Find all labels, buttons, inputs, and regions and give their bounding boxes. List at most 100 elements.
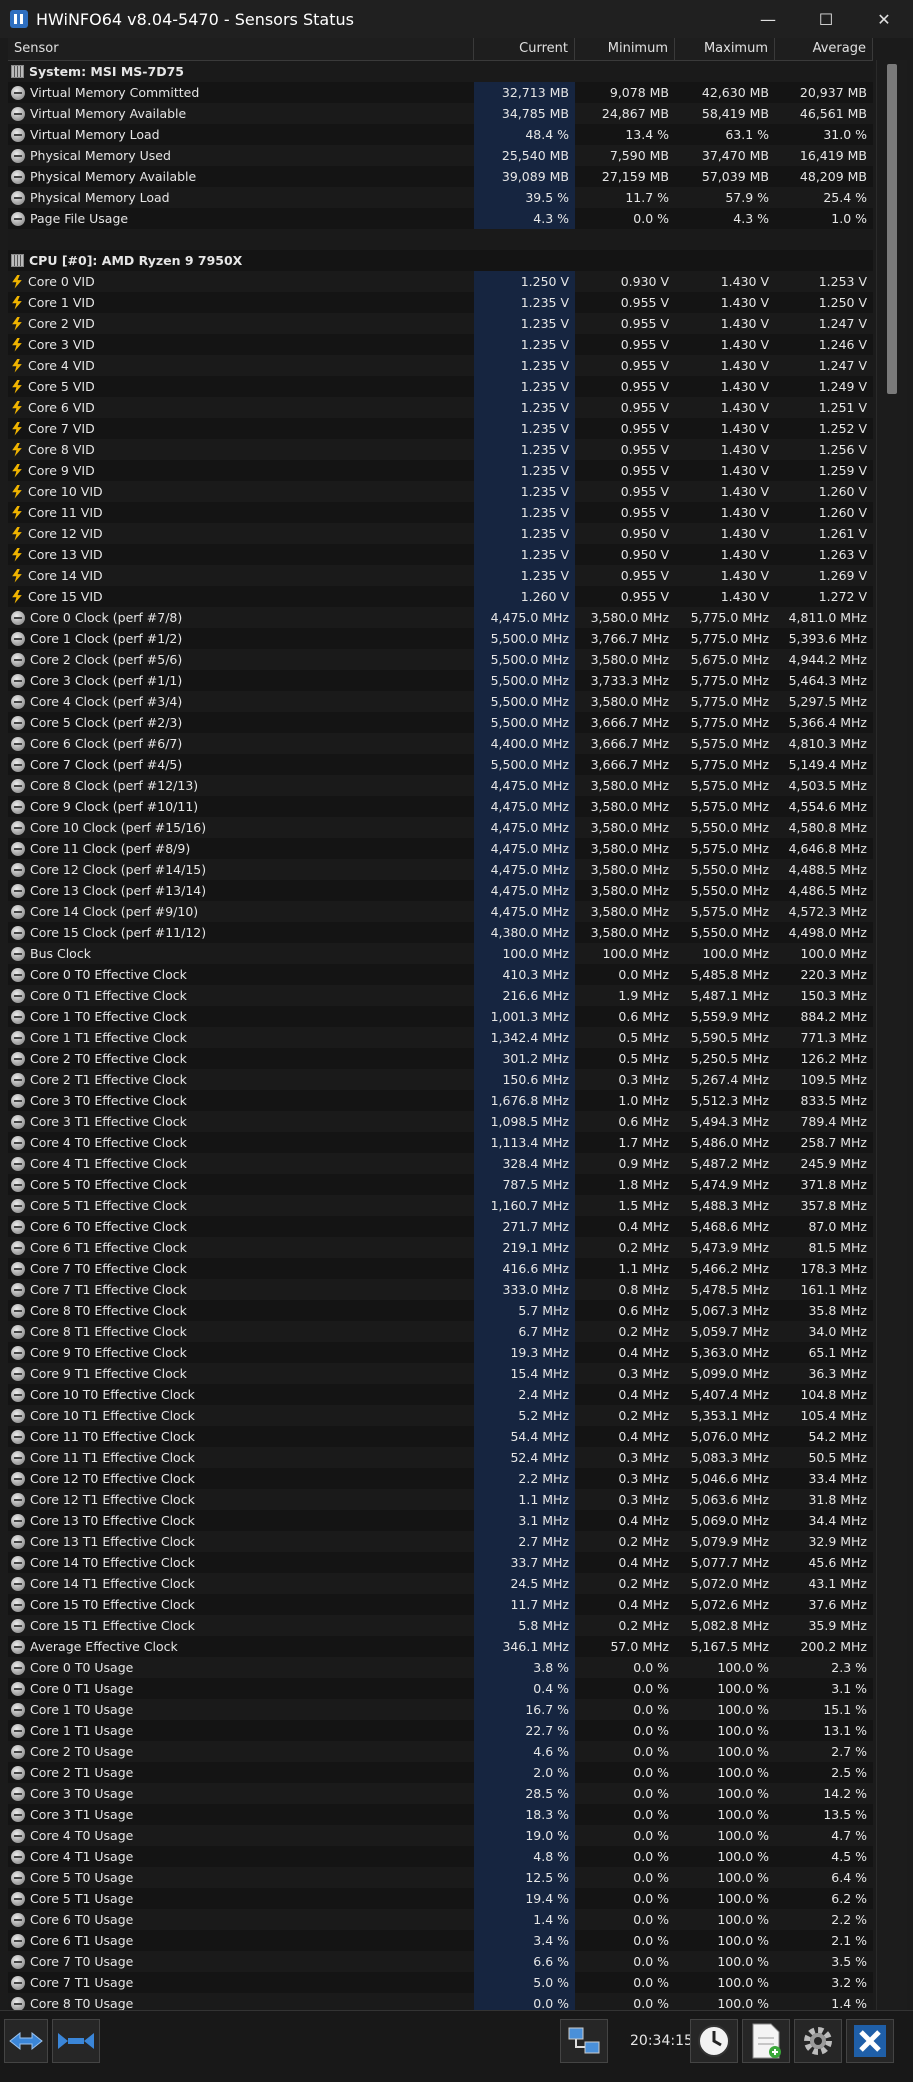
table-row[interactable]: Core 11 T0 Effective Clock 54.4 MHz 0.4 MH… bbox=[8, 1426, 873, 1447]
table-row[interactable]: Core 6 T1 Effective Clock 219.1 MHz 0.2 MH… bbox=[8, 1237, 873, 1258]
table-row[interactable]: Core 1 T0 Usage 16.7 % 0.0 % 100.0 % 15.1 % bbox=[8, 1699, 873, 1720]
table-row[interactable]: Core 3 T1 Usage 18.3 % 0.0 % 100.0 % 13.5 % bbox=[8, 1804, 873, 1825]
close-button[interactable]: ✕ bbox=[855, 0, 913, 38]
table-row[interactable]: Core 2 T1 Usage 2.0 % 0.0 % 100.0 % 2.5 % bbox=[8, 1762, 873, 1783]
table-row[interactable]: Core 10 T1 Effective Clock 5.2 MHz 0.2 MHz… bbox=[8, 1405, 873, 1426]
table-row[interactable]: Core 4 T0 Effective Clock 1,113.4 MHz 1.7 … bbox=[8, 1132, 873, 1153]
table-row[interactable]: Core 4 T1 Effective Clock 328.4 MHz 0.9 MH… bbox=[8, 1153, 873, 1174]
table-row[interactable]: Bus Clock 100.0 MHz 100.0 MHz 100.0 MHz 100.… bbox=[8, 943, 873, 964]
network-icon[interactable] bbox=[560, 2019, 608, 2063]
table-row[interactable]: Core 14 VID 1.235 V 0.955 V 1.430 V 1.269 V bbox=[8, 565, 873, 586]
table-row[interactable]: Core 11 T1 Effective Clock 52.4 MHz 0.3 MH… bbox=[8, 1447, 873, 1468]
table-row[interactable]: Core 5 T0 Effective Clock 787.5 MHz 1.8 MH… bbox=[8, 1174, 873, 1195]
table-row[interactable]: Core 14 T0 Effective Clock 33.7 MHz 0.4 MH… bbox=[8, 1552, 873, 1573]
table-row[interactable]: Core 15 VID 1.260 V 0.955 V 1.430 V 1.272 V bbox=[8, 586, 873, 607]
table-row[interactable]: Core 0 T1 Effective Clock 216.6 MHz 1.9 MH… bbox=[8, 985, 873, 1006]
table-row[interactable]: Core 10 Clock (perf #15/16) 4,475.0 MHz 3,… bbox=[8, 817, 873, 838]
maximize-button[interactable]: ☐ bbox=[797, 0, 855, 38]
table-row[interactable]: Core 1 Clock (perf #1/2) 5,500.0 MHz 3,766… bbox=[8, 628, 873, 649]
scrollbar-thumb[interactable] bbox=[887, 64, 897, 394]
report-icon[interactable] bbox=[742, 2019, 790, 2063]
table-row[interactable]: Core 7 Clock (perf #4/5) 5,500.0 MHz 3,666… bbox=[8, 754, 873, 775]
table-row[interactable]: Core 8 T0 Effective Clock 5.7 MHz 0.6 MHz 5… bbox=[8, 1300, 873, 1321]
settings-gear-icon[interactable] bbox=[794, 2019, 842, 2063]
table-row[interactable]: Average Effective Clock 346.1 MHz 57.0 MHz… bbox=[8, 1636, 873, 1657]
table-row[interactable]: Physical Memory Used 25,540 MB 7,590 MB 37,… bbox=[8, 145, 873, 166]
table-row[interactable]: Core 9 T0 Effective Clock 19.3 MHz 0.4 MHz… bbox=[8, 1342, 873, 1363]
table-row[interactable]: Core 3 VID 1.235 V 0.955 V 1.430 V 1.246 V bbox=[8, 334, 873, 355]
table-row[interactable]: Core 3 T0 Usage 28.5 % 0.0 % 100.0 % 14.2 % bbox=[8, 1783, 873, 1804]
table-row[interactable]: Core 5 T1 Effective Clock 1,160.7 MHz 1.5 … bbox=[8, 1195, 873, 1216]
table-row[interactable]: Physical Memory Load 39.5 % 11.7 % 57.9 % 25… bbox=[8, 187, 873, 208]
table-row[interactable]: Core 9 T1 Effective Clock 15.4 MHz 0.3 MHz… bbox=[8, 1363, 873, 1384]
sensor-group-row[interactable]: System: MSI MS-7D75 bbox=[8, 61, 873, 82]
table-row[interactable]: Core 14 T1 Effective Clock 24.5 MHz 0.2 MH… bbox=[8, 1573, 873, 1594]
table-row[interactable]: Core 6 VID 1.235 V 0.955 V 1.430 V 1.251 V bbox=[8, 397, 873, 418]
table-row[interactable]: Core 7 T0 Effective Clock 416.6 MHz 1.1 MH… bbox=[8, 1258, 873, 1279]
table-row[interactable]: Core 2 T1 Effective Clock 150.6 MHz 0.3 MH… bbox=[8, 1069, 873, 1090]
table-row[interactable]: Core 8 Clock (perf #12/13) 4,475.0 MHz 3,5… bbox=[8, 775, 873, 796]
table-row[interactable]: Core 15 T1 Effective Clock 5.8 MHz 0.2 MHz… bbox=[8, 1615, 873, 1636]
table-row[interactable]: Core 5 T1 Usage 19.4 % 0.0 % 100.0 % 6.2 % bbox=[8, 1888, 873, 1909]
table-row[interactable]: Core 0 T0 Usage 3.8 % 0.0 % 100.0 % 2.3 % bbox=[8, 1657, 873, 1678]
table-row[interactable]: Core 4 Clock (perf #3/4) 5,500.0 MHz 3,580… bbox=[8, 691, 873, 712]
table-row[interactable]: Core 5 VID 1.235 V 0.955 V 1.430 V 1.249 V bbox=[8, 376, 873, 397]
table-row[interactable]: Virtual Memory Available 34,785 MB 24,867 … bbox=[8, 103, 873, 124]
table-row[interactable]: Core 13 VID 1.235 V 0.950 V 1.430 V 1.263 V bbox=[8, 544, 873, 565]
table-row[interactable]: Core 6 T0 Usage 1.4 % 0.0 % 100.0 % 2.2 % bbox=[8, 1909, 873, 1930]
table-row[interactable]: Core 12 Clock (perf #14/15) 4,475.0 MHz 3,… bbox=[8, 859, 873, 880]
clock-icon[interactable] bbox=[690, 2019, 738, 2063]
column-header-sensor[interactable]: Sensor bbox=[8, 38, 474, 60]
table-row[interactable]: Core 12 T0 Effective Clock 2.2 MHz 0.3 MHz… bbox=[8, 1468, 873, 1489]
table-row[interactable]: Core 8 VID 1.235 V 0.955 V 1.430 V 1.256 V bbox=[8, 439, 873, 460]
table-row[interactable]: Core 6 T0 Effective Clock 271.7 MHz 0.4 MH… bbox=[8, 1216, 873, 1237]
minimize-button[interactable]: — bbox=[739, 0, 797, 38]
column-header-average[interactable]: Average bbox=[775, 38, 873, 60]
table-row[interactable]: Core 1 VID 1.235 V 0.955 V 1.430 V 1.250 V bbox=[8, 292, 873, 313]
table-row[interactable]: Core 0 T0 Effective Clock 410.3 MHz 0.0 MH… bbox=[8, 964, 873, 985]
table-row[interactable]: Core 15 T0 Effective Clock 11.7 MHz 0.4 MH… bbox=[8, 1594, 873, 1615]
table-row[interactable]: Virtual Memory Committed 32,713 MB 9,078 M… bbox=[8, 82, 873, 103]
table-row[interactable]: Core 10 T0 Effective Clock 2.4 MHz 0.4 MHz… bbox=[8, 1384, 873, 1405]
table-row[interactable]: Core 11 VID 1.235 V 0.955 V 1.430 V 1.260 V bbox=[8, 502, 873, 523]
table-row[interactable]: Core 4 T0 Usage 19.0 % 0.0 % 100.0 % 4.7 % bbox=[8, 1825, 873, 1846]
sensor-group-row[interactable]: CPU [#0]: AMD Ryzen 9 7950X bbox=[8, 250, 873, 271]
table-row[interactable]: Core 2 VID 1.235 V 0.955 V 1.430 V 1.247 V bbox=[8, 313, 873, 334]
table-row[interactable]: Core 7 T0 Usage 6.6 % 0.0 % 100.0 % 3.5 % bbox=[8, 1951, 873, 1972]
table-row[interactable]: Core 2 Clock (perf #5/6) 5,500.0 MHz 3,580… bbox=[8, 649, 873, 670]
table-row[interactable]: Core 0 VID 1.250 V 0.930 V 1.430 V 1.253 V bbox=[8, 271, 873, 292]
table-row[interactable]: Core 7 T1 Effective Clock 333.0 MHz 0.8 MH… bbox=[8, 1279, 873, 1300]
table-row[interactable]: Core 7 T1 Usage 5.0 % 0.0 % 100.0 % 3.2 % bbox=[8, 1972, 873, 1993]
table-row[interactable]: Core 13 Clock (perf #13/14) 4,475.0 MHz 3,… bbox=[8, 880, 873, 901]
table-row[interactable]: Core 5 T0 Usage 12.5 % 0.0 % 100.0 % 6.4 % bbox=[8, 1867, 873, 1888]
table-row[interactable]: Core 1 T1 Effective Clock 1,342.4 MHz 0.5 … bbox=[8, 1027, 873, 1048]
table-row[interactable]: Core 10 VID 1.235 V 0.955 V 1.430 V 1.260 V bbox=[8, 481, 873, 502]
column-header-maximum[interactable]: Maximum bbox=[675, 38, 775, 60]
table-row[interactable]: Core 8 T1 Effective Clock 6.7 MHz 0.2 MHz 5… bbox=[8, 1321, 873, 1342]
table-row[interactable]: Core 1 T0 Effective Clock 1,001.3 MHz 0.6 … bbox=[8, 1006, 873, 1027]
table-row[interactable]: Core 11 Clock (perf #8/9) 4,475.0 MHz 3,58… bbox=[8, 838, 873, 859]
table-row[interactable]: Core 2 T0 Effective Clock 301.2 MHz 0.5 MH… bbox=[8, 1048, 873, 1069]
table-row[interactable]: Core 12 VID 1.235 V 0.950 V 1.430 V 1.261 V bbox=[8, 523, 873, 544]
table-row[interactable]: Core 9 Clock (perf #10/11) 4,475.0 MHz 3,5… bbox=[8, 796, 873, 817]
table-row[interactable]: Core 9 VID 1.235 V 0.955 V 1.430 V 1.259 V bbox=[8, 460, 873, 481]
table-row[interactable]: Core 0 Clock (perf #7/8) 4,475.0 MHz 3,580… bbox=[8, 607, 873, 628]
expand-arrows-icon[interactable] bbox=[4, 2019, 48, 2063]
table-row[interactable]: Core 15 Clock (perf #11/12) 4,380.0 MHz 3,… bbox=[8, 922, 873, 943]
table-row[interactable]: Core 2 T0 Usage 4.6 % 0.0 % 100.0 % 2.7 % bbox=[8, 1741, 873, 1762]
column-header-minimum[interactable]: Minimum bbox=[575, 38, 675, 60]
table-row[interactable]: Core 1 T1 Usage 22.7 % 0.0 % 100.0 % 13.1 % bbox=[8, 1720, 873, 1741]
table-row[interactable]: Core 3 Clock (perf #1/1) 5,500.0 MHz 3,733… bbox=[8, 670, 873, 691]
table-row[interactable]: Core 7 VID 1.235 V 0.955 V 1.430 V 1.252 V bbox=[8, 418, 873, 439]
table-row[interactable]: Core 6 Clock (perf #6/7) 4,400.0 MHz 3,666… bbox=[8, 733, 873, 754]
table-row[interactable]: Physical Memory Available 39,089 MB 27,159… bbox=[8, 166, 873, 187]
close-x-icon[interactable] bbox=[846, 2019, 894, 2063]
table-row[interactable]: Core 13 T0 Effective Clock 3.1 MHz 0.4 MHz… bbox=[8, 1510, 873, 1531]
table-row[interactable]: Core 14 Clock (perf #9/10) 4,475.0 MHz 3,5… bbox=[8, 901, 873, 922]
table-row[interactable]: Core 6 T1 Usage 3.4 % 0.0 % 100.0 % 2.1 % bbox=[8, 1930, 873, 1951]
table-row[interactable]: Core 0 T1 Usage 0.4 % 0.0 % 100.0 % 3.1 % bbox=[8, 1678, 873, 1699]
table-row[interactable]: Page File Usage 4.3 % 0.0 % 4.3 % 1.0 % bbox=[8, 208, 873, 229]
vertical-scrollbar[interactable] bbox=[876, 60, 907, 2010]
table-row[interactable]: Core 13 T1 Effective Clock 2.7 MHz 0.2 MHz… bbox=[8, 1531, 873, 1552]
table-row[interactable]: Core 3 T1 Effective Clock 1,098.5 MHz 0.6 … bbox=[8, 1111, 873, 1132]
